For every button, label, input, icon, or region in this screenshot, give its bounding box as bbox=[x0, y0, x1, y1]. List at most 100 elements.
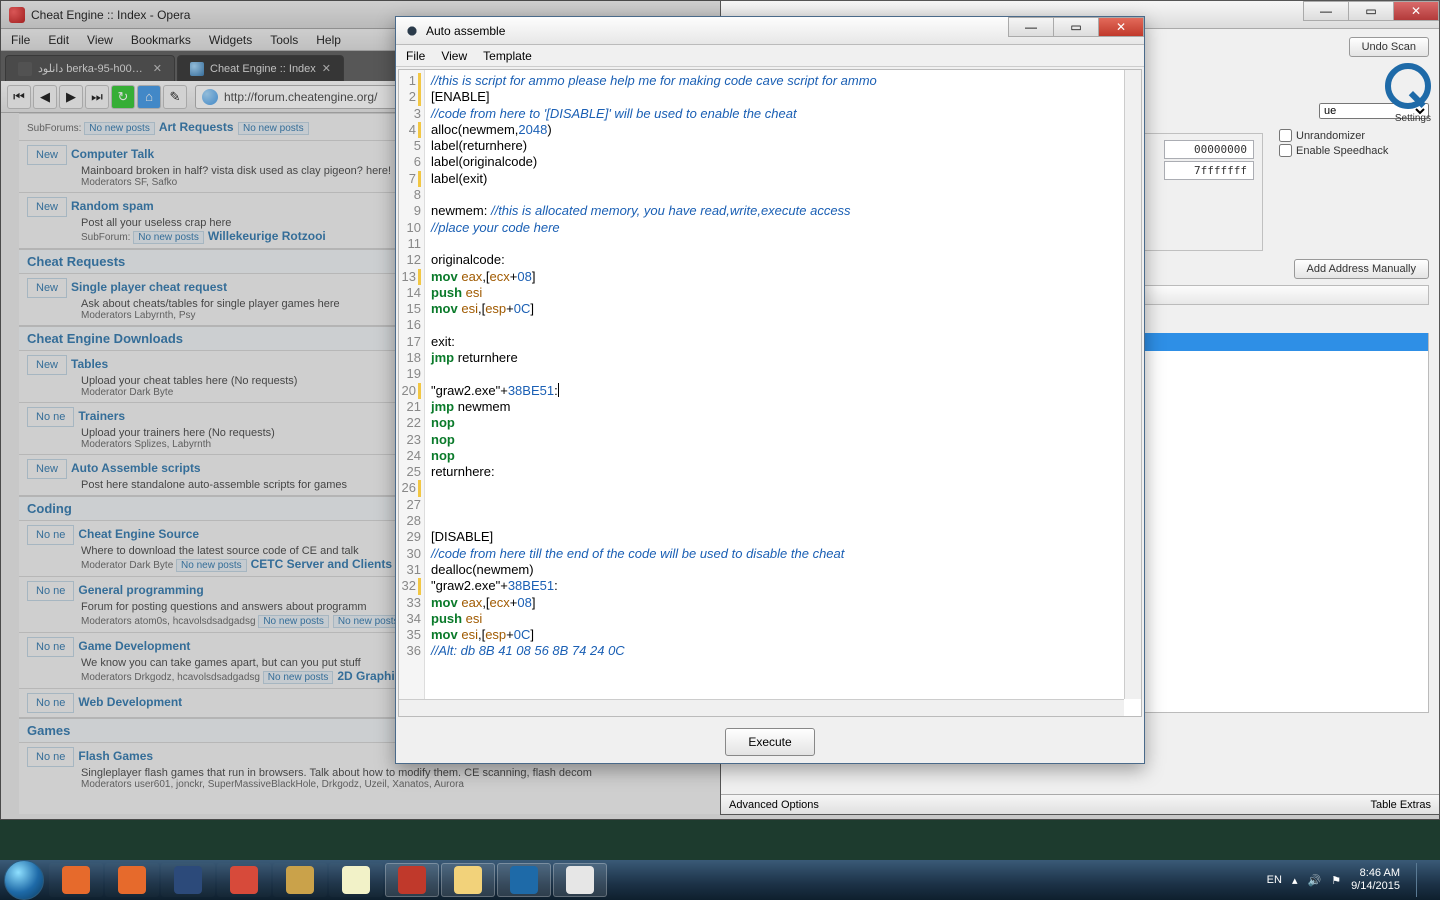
firefox-aurora-icon bbox=[174, 866, 202, 894]
aa-title-text: Auto assemble bbox=[426, 24, 505, 38]
forum-link[interactable]: Cheat Engine Source bbox=[78, 527, 199, 541]
notepad-icon bbox=[342, 866, 370, 894]
opera-menu-view[interactable]: View bbox=[87, 33, 113, 47]
opera-menu-tools[interactable]: Tools bbox=[270, 33, 298, 47]
opera-icon bbox=[398, 866, 426, 894]
aa-menu: File View Template bbox=[396, 45, 1144, 67]
unrandomizer-check[interactable]: Unrandomizer bbox=[1279, 129, 1429, 142]
action-center-icon[interactable]: ⚑ bbox=[1331, 874, 1341, 887]
forum-link[interactable]: Game Development bbox=[78, 639, 190, 653]
opera-title: Cheat Engine :: Index - Opera bbox=[31, 8, 190, 22]
new-badge: New bbox=[27, 278, 67, 298]
add-address-button[interactable]: Add Address Manually bbox=[1294, 259, 1429, 279]
taskbar-item-notepad[interactable] bbox=[329, 863, 383, 897]
browser-tab[interactable]: دانلود berka-95-h006-[... ✕ bbox=[5, 55, 175, 81]
lang-indicator[interactable]: EN bbox=[1267, 874, 1282, 886]
back-far-button[interactable]: ⏮ bbox=[7, 85, 31, 109]
auto-assemble-window: Auto assemble — ▭ ✕ File View Template 123… bbox=[395, 16, 1145, 764]
firefox-2-icon bbox=[118, 866, 146, 894]
new-badge: No ne bbox=[27, 747, 74, 767]
ce-max-button[interactable]: ▭ bbox=[1348, 1, 1394, 21]
taskbar-item-firefox-2[interactable] bbox=[105, 863, 159, 897]
tab-label: Cheat Engine :: Index bbox=[210, 63, 316, 75]
close-icon[interactable]: ✕ bbox=[153, 62, 162, 75]
forum-link[interactable]: Single player cheat request bbox=[71, 280, 227, 294]
explorer-icon bbox=[454, 866, 482, 894]
taskbar-item-explorer[interactable] bbox=[441, 863, 495, 897]
opera-menu-edit[interactable]: Edit bbox=[48, 33, 69, 47]
browser-tab[interactable]: Cheat Engine :: Index ✕ bbox=[177, 55, 344, 81]
aa-gutter: 1234567891011121314151617181920212223242… bbox=[399, 70, 425, 716]
settings-link[interactable]: Settings bbox=[1395, 113, 1431, 124]
taskbar-item-opera[interactable] bbox=[385, 863, 439, 897]
cheatengine-icon bbox=[510, 866, 538, 894]
show-desktop-button[interactable] bbox=[1416, 863, 1428, 897]
opera-menu-widgets[interactable]: Widgets bbox=[209, 33, 252, 47]
aa-min-button[interactable]: — bbox=[1008, 17, 1054, 37]
vertical-scrollbar[interactable] bbox=[1124, 70, 1141, 699]
forum-link[interactable]: Flash Games bbox=[78, 749, 153, 763]
forum-link[interactable]: Web Development bbox=[78, 695, 182, 709]
range-start-field[interactable]: 00000000 bbox=[1164, 140, 1254, 159]
system-tray: EN ▴ 🔊 ⚑ 8:46 AM 9/14/2015 bbox=[1267, 863, 1436, 897]
ce-min-button[interactable]: — bbox=[1303, 1, 1349, 21]
taskbar-item-packing[interactable] bbox=[273, 863, 327, 897]
table-extras-link[interactable]: Table Extras bbox=[1370, 799, 1431, 811]
forum-link[interactable]: Tables bbox=[71, 357, 108, 371]
start-button[interactable] bbox=[4, 860, 44, 900]
globe-icon bbox=[202, 89, 218, 105]
forum-link[interactable]: Computer Talk bbox=[71, 147, 154, 161]
back-button[interactable]: ◀ bbox=[33, 85, 57, 109]
forum-link[interactable]: Trainers bbox=[78, 409, 125, 423]
opera-menu-bookmarks[interactable]: Bookmarks bbox=[131, 33, 191, 47]
chrome-icon bbox=[230, 866, 258, 894]
forum-link[interactable]: Random spam bbox=[71, 199, 154, 213]
opera-menu-file[interactable]: File bbox=[11, 33, 30, 47]
speedhack-check[interactable]: Enable Speedhack bbox=[1279, 144, 1429, 157]
aa-titlebar[interactable]: Auto assemble — ▭ ✕ bbox=[396, 17, 1144, 45]
firefox-icon bbox=[62, 866, 90, 894]
close-icon[interactable]: ✕ bbox=[322, 62, 331, 75]
favicon-icon bbox=[18, 62, 32, 76]
wand-button[interactable]: ✎ bbox=[163, 85, 187, 109]
reload-button[interactable]: ↻ bbox=[111, 85, 135, 109]
range-stop-field[interactable]: 7fffffff bbox=[1164, 161, 1254, 180]
packing-icon bbox=[286, 866, 314, 894]
tray-up-icon[interactable]: ▴ bbox=[1292, 874, 1298, 887]
aa-code[interactable]: //this is script for ammo please help me… bbox=[425, 70, 1141, 716]
new-badge: New bbox=[27, 145, 67, 165]
forum-link[interactable]: Auto Assemble scripts bbox=[71, 461, 201, 475]
taskbar-item-paint[interactable] bbox=[553, 863, 607, 897]
volume-icon[interactable]: 🔊 bbox=[1307, 874, 1321, 887]
taskbar-item-chrome[interactable] bbox=[217, 863, 271, 897]
new-badge: New bbox=[27, 355, 67, 375]
ce-statusbar: Advanced Options Table Extras bbox=[721, 794, 1439, 814]
taskbar-item-firefox-aurora[interactable] bbox=[161, 863, 215, 897]
taskbar: EN ▴ 🔊 ⚑ 8:46 AM 9/14/2015 bbox=[0, 860, 1440, 900]
forum-link[interactable]: General programming bbox=[78, 583, 203, 597]
new-badge: New bbox=[27, 459, 67, 479]
aa-max-button[interactable]: ▭ bbox=[1053, 17, 1099, 37]
forward-far-button[interactable]: ⏭ bbox=[85, 85, 109, 109]
forward-button[interactable]: ▶ bbox=[59, 85, 83, 109]
execute-button[interactable]: Execute bbox=[725, 728, 814, 756]
ce-close-button[interactable]: ✕ bbox=[1393, 1, 1439, 21]
new-badge: No ne bbox=[27, 637, 74, 657]
aa-editor[interactable]: 1234567891011121314151617181920212223242… bbox=[398, 69, 1142, 717]
ce-logo-icon bbox=[1383, 61, 1433, 111]
advanced-options-link[interactable]: Advanced Options bbox=[729, 799, 819, 811]
aa-menu-view[interactable]: View bbox=[441, 49, 467, 63]
aa-close-button[interactable]: ✕ bbox=[1098, 17, 1144, 37]
tab-label: دانلود berka-95-h006-[... bbox=[38, 62, 147, 75]
opera-menu-help[interactable]: Help bbox=[316, 33, 341, 47]
home-button[interactable]: ⌂ bbox=[137, 85, 161, 109]
aa-menu-file[interactable]: File bbox=[406, 49, 425, 63]
taskbar-item-cheatengine[interactable] bbox=[497, 863, 551, 897]
horizontal-scrollbar[interactable] bbox=[399, 699, 1124, 716]
taskbar-item-firefox[interactable] bbox=[49, 863, 103, 897]
aa-menu-template[interactable]: Template bbox=[483, 49, 532, 63]
undo-scan-button[interactable]: Undo Scan bbox=[1349, 37, 1429, 57]
new-badge: No ne bbox=[27, 525, 74, 545]
clock[interactable]: 8:46 AM 9/14/2015 bbox=[1351, 867, 1400, 893]
gear-icon bbox=[404, 23, 420, 39]
